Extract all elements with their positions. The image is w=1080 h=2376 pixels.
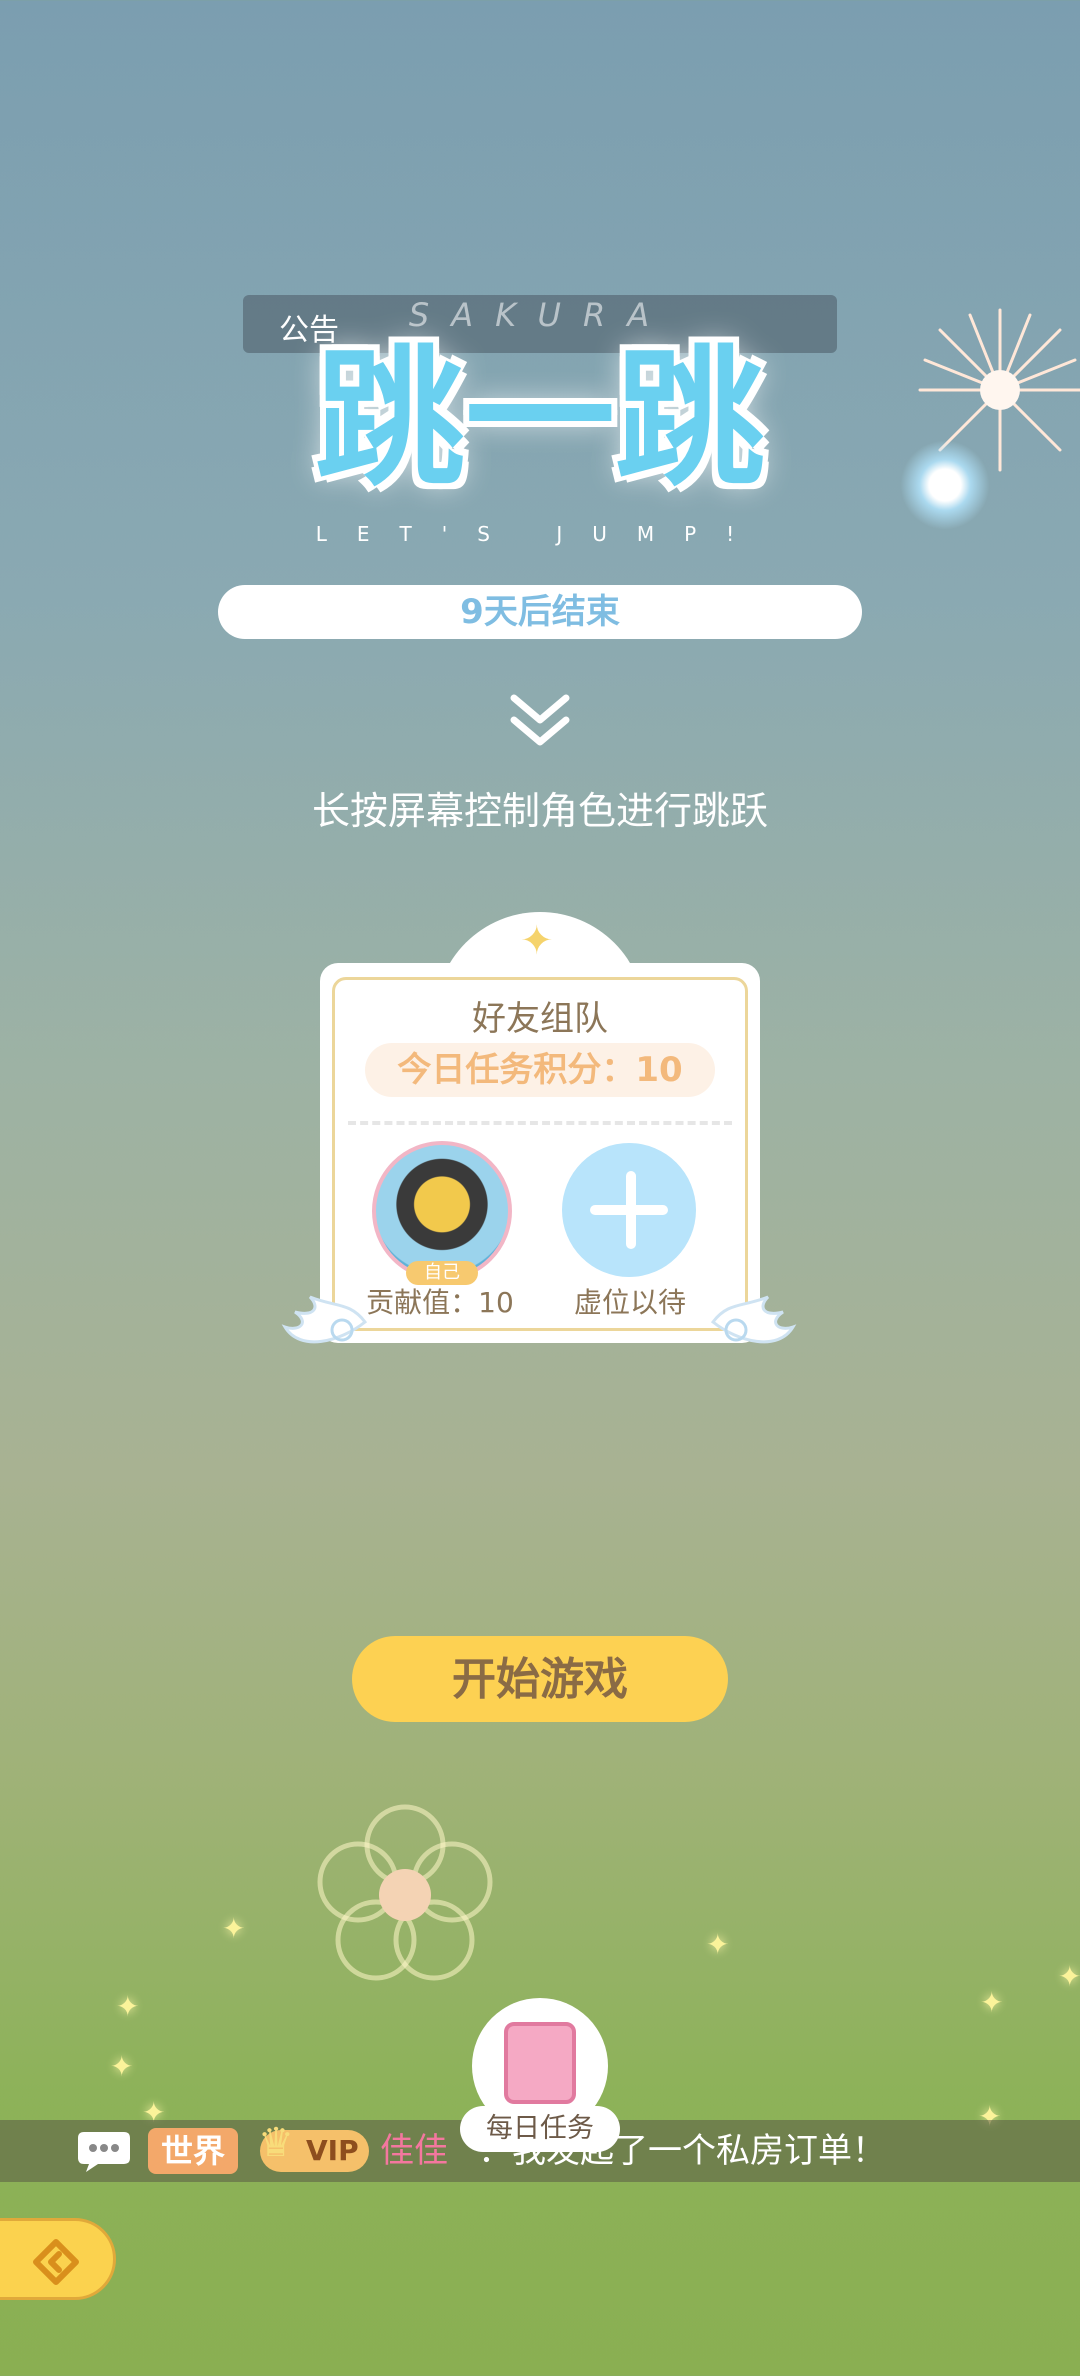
team-card: 好友组队 今日任务积分：10 自己 贡献值：10 虚位以待 <box>320 963 760 1343</box>
sparkle-icon: ✦ <box>1058 1960 1080 1993</box>
task-points-badge: 今日任务积分：10 <box>365 1043 715 1097</box>
vip-crown-icon: ♛ <box>258 2120 294 2166</box>
wing-decoration-right <box>710 1295 797 1344</box>
dashed-divider <box>348 1121 732 1125</box>
start-game-button[interactable]: 开始游戏 <box>352 1636 728 1722</box>
star-icon: ✦ <box>520 918 554 964</box>
team-card-title: 好友组队 <box>472 999 608 1039</box>
self-avatar[interactable] <box>372 1141 512 1281</box>
add-teammate-button[interactable] <box>562 1143 696 1277</box>
firework-flare <box>900 440 990 530</box>
double-chevron-down-icon <box>510 694 570 746</box>
sparkle-icon: ✦ <box>110 2050 134 2083</box>
chat-username[interactable]: 佳佳 <box>380 2128 448 2174</box>
sparkle-icon: ✦ <box>116 1990 140 2023</box>
logo-subtitle: LET'S JUMP! <box>315 522 765 546</box>
back-button[interactable] <box>0 2218 116 2300</box>
sparkle-icon: ✦ <box>706 1928 730 1961</box>
self-contribution: 贡献值：10 <box>366 1286 514 1319</box>
task-book-icon <box>504 2022 576 2104</box>
countdown-text: 9天后结束 <box>460 592 620 632</box>
sparkle-icon: ✦ <box>222 1912 246 1945</box>
back-arrow-icon <box>33 2239 79 2285</box>
countdown-pill: 9天后结束 <box>218 585 862 639</box>
slot-waiting-label: 虚位以待 <box>573 1286 686 1319</box>
instruction-text: 长按屏幕控制角色进行跳跃 <box>311 789 768 833</box>
chat-channel-tag: 世界 <box>148 2128 238 2174</box>
chat-bubble-icon <box>78 2132 130 2172</box>
wing-decoration-left <box>281 1295 368 1344</box>
daily-task-label[interactable]: 每日任务 <box>460 2106 620 2152</box>
sakura-flower-icon <box>317 1804 493 1981</box>
sparkle-icon: ✦ <box>980 1986 1004 2019</box>
